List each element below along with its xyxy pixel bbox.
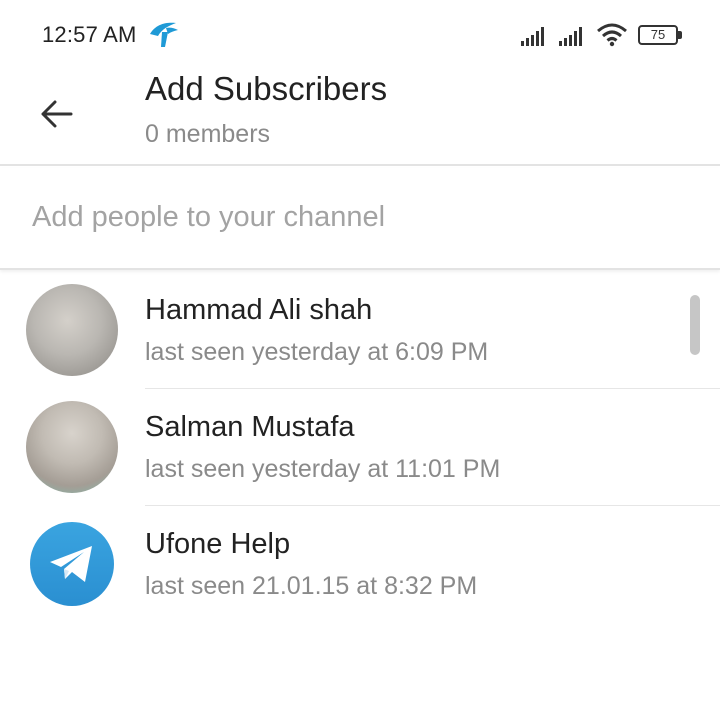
search-container	[0, 168, 720, 270]
battery-tip	[678, 31, 682, 39]
contact-row[interactable]: Salman Mustafa last seen yesterday at 11…	[0, 389, 720, 506]
avatar	[26, 284, 118, 376]
scrollbar[interactable]	[690, 295, 700, 355]
signal-icon	[521, 27, 544, 46]
back-button[interactable]	[24, 82, 88, 146]
battery-icon: 75	[638, 25, 682, 45]
contact-last-seen: last seen 21.01.15 at 8:32 PM	[145, 572, 478, 600]
contact-list: Hammad Ali shah last seen yesterday at 6…	[0, 272, 720, 718]
page-title: Add Subscribers	[145, 70, 388, 107]
contact-name: Salman Mustafa	[145, 411, 355, 443]
wifi-icon	[597, 23, 627, 47]
member-count: 0 members	[145, 120, 271, 148]
arrow-left-icon	[41, 100, 73, 128]
contact-row[interactable]: Hammad Ali shah last seen yesterday at 6…	[0, 272, 720, 389]
signal-icon	[559, 27, 582, 46]
status-bar: 12:57 AM 75	[0, 0, 720, 68]
contact-name: Hammad Ali shah	[145, 294, 373, 326]
toolbar: Add Subscribers 0 members	[0, 68, 720, 166]
battery-level: 75	[638, 25, 678, 45]
search-input[interactable]	[32, 194, 692, 240]
telegram-logo-icon	[30, 522, 114, 606]
contact-last-seen: last seen yesterday at 6:09 PM	[145, 338, 489, 366]
status-time: 12:57 AM	[42, 22, 137, 47]
contact-name: Ufone Help	[145, 528, 291, 560]
contact-row[interactable]: Ufone Help last seen 21.01.15 at 8:32 PM	[0, 506, 720, 623]
contact-last-seen: last seen yesterday at 11:01 PM	[145, 455, 501, 483]
paper-plane-icon	[50, 546, 92, 582]
avatar	[26, 401, 118, 493]
carrier-logo-icon	[150, 22, 178, 47]
